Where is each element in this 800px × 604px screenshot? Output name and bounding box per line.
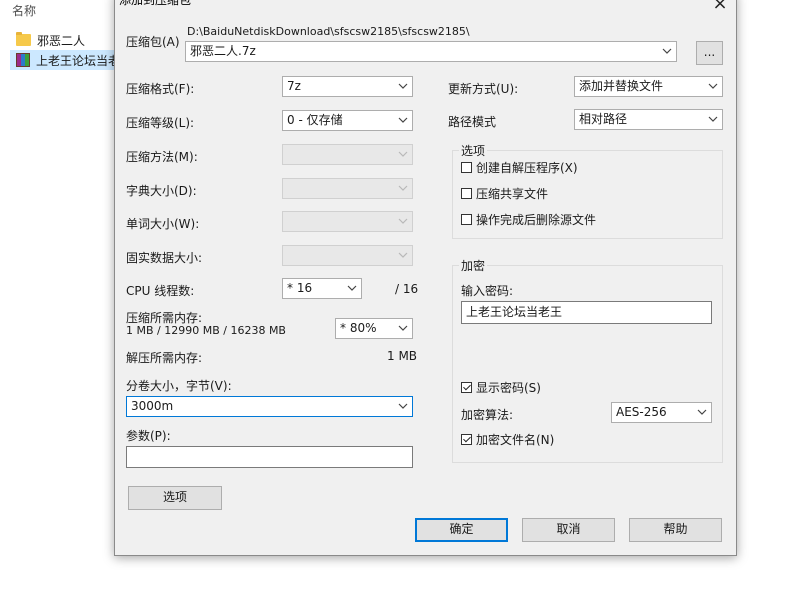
chevron-down-icon[interactable] [346, 282, 358, 294]
explorer-name-column-header[interactable]: 名称 [12, 2, 36, 19]
chevron-down-icon[interactable] [397, 80, 409, 92]
explorer-item-archive[interactable]: 上老王论坛当老 [10, 50, 120, 70]
password-label: 输入密码: [461, 284, 514, 298]
close-button[interactable]: × [707, 0, 733, 17]
checkbox-box [461, 188, 472, 199]
delete-after-compress-label: 操作完成后删除源文件 [476, 213, 597, 227]
compress-memory-detail: 1 MB / 12990 MB / 16238 MB [126, 324, 286, 337]
folder-icon [16, 32, 31, 46]
parameters-input[interactable] [126, 446, 413, 468]
format-label: 压缩格式(F): [126, 82, 195, 96]
delete-after-compress-checkbox[interactable]: 操作完成后删除源文件 [461, 211, 596, 228]
chevron-down-icon[interactable] [397, 322, 409, 334]
format-select[interactable]: 7z [282, 76, 413, 97]
chevron-down-icon[interactable] [707, 80, 719, 92]
chevron-down-icon[interactable] [397, 400, 409, 412]
create-sfx-checkbox[interactable]: 创建自解压程序(X) [461, 159, 578, 176]
create-sfx-label: 创建自解压程序(X) [476, 161, 578, 175]
path-mode-label: 路径模式 [448, 115, 497, 129]
update-mode-label: 更新方式(U): [448, 82, 519, 96]
archive-name-value: 邪恶二人.7z [190, 44, 256, 58]
browse-button[interactable]: ... [696, 41, 723, 65]
encryption-method-label: 加密算法: [461, 408, 514, 422]
update-mode-value: 添加并替换文件 [579, 79, 664, 93]
compress-shared-files-checkbox[interactable]: 压缩共享文件 [461, 185, 548, 202]
options-group-title: 选项 [459, 142, 488, 159]
encryption-method-select[interactable]: AES-256 [611, 402, 712, 423]
chevron-down-icon[interactable] [397, 114, 409, 126]
method-select[interactable] [282, 144, 413, 165]
chevron-down-icon[interactable] [397, 215, 409, 227]
archive-name-combobox[interactable]: 邪恶二人.7z [185, 41, 677, 62]
help-button[interactable]: 帮助 [629, 518, 722, 542]
options-button[interactable]: 选项 [128, 486, 222, 510]
memory-usage-select[interactable]: * 80% [335, 318, 413, 339]
add-to-archive-dialog: 添加到压缩包 × 压缩包(A) D:\BaiduNetdiskDownload\… [114, 0, 737, 556]
explorer-item-label: 邪恶二人 [37, 33, 86, 48]
checkbox-box [461, 382, 472, 393]
format-value: 7z [287, 79, 301, 93]
chevron-down-icon[interactable] [707, 113, 719, 125]
cpu-threads-select[interactable]: * 16 [282, 278, 362, 299]
decompress-memory-label: 解压所需内存: [126, 351, 203, 365]
checkbox-box [461, 214, 472, 225]
volume-size-label: 分卷大小，字节(V): [126, 379, 232, 393]
encryption-group-title: 加密 [459, 257, 488, 274]
level-select[interactable]: 0 - 仅存储 [282, 110, 413, 131]
volume-size-value: 3000m [131, 399, 174, 413]
archive-path: D:\BaiduNetdiskDownload\sfscsw2185\sfscs… [187, 25, 470, 38]
checkbox-box [461, 162, 472, 173]
word-size-label: 单词大小(W): [126, 217, 200, 231]
update-mode-select[interactable]: 添加并替换文件 [574, 76, 723, 97]
path-mode-value: 相对路径 [579, 112, 628, 126]
show-password-checkbox[interactable]: 显示密码(S) [461, 379, 541, 396]
solid-block-size-label: 固实数据大小: [126, 251, 203, 265]
cpu-threads-label: CPU 线程数: [126, 284, 195, 298]
rar-archive-icon [16, 53, 30, 67]
explorer-item-label: 上老王论坛当老 [36, 53, 120, 68]
show-password-label: 显示密码(S) [476, 381, 541, 395]
word-size-select[interactable] [282, 211, 413, 232]
decompress-memory-value: 1 MB [387, 349, 418, 363]
cancel-button[interactable]: 取消 [522, 518, 615, 542]
chevron-down-icon[interactable] [397, 182, 409, 194]
encryption-group: 加密 输入密码: 上老王论坛当老王 显示密码(S) 加密算法: AES-256 … [452, 257, 723, 463]
archive-label: 压缩包(A) [126, 35, 180, 49]
cpu-threads-value: * 16 [287, 281, 313, 295]
dialog-title: 添加到压缩包 [119, 0, 192, 7]
method-label: 压缩方法(M): [126, 150, 198, 164]
encrypt-filenames-label: 加密文件名(N) [476, 433, 555, 447]
close-icon: × [712, 0, 728, 14]
chevron-down-icon[interactable] [397, 249, 409, 261]
compress-shared-files-label: 压缩共享文件 [476, 187, 549, 201]
checkbox-box [461, 434, 472, 445]
chevron-down-icon[interactable] [397, 148, 409, 160]
parameters-label: 参数(P): [126, 429, 171, 443]
volume-size-combobox[interactable]: 3000m [126, 396, 413, 417]
chevron-down-icon[interactable] [696, 406, 708, 418]
dictionary-size-label: 字典大小(D): [126, 184, 197, 198]
dictionary-size-select[interactable] [282, 178, 413, 199]
options-group: 选项 创建自解压程序(X) 压缩共享文件 操作完成后删除源文件 [452, 142, 723, 239]
level-label: 压缩等级(L): [126, 116, 195, 130]
cpu-threads-max: / 16 [395, 282, 419, 296]
explorer-item-folder[interactable]: 邪恶二人 [10, 30, 120, 50]
level-value: 0 - 仅存储 [287, 113, 343, 127]
encrypt-filenames-checkbox[interactable]: 加密文件名(N) [461, 431, 554, 448]
ok-button[interactable]: 确定 [415, 518, 508, 542]
password-input[interactable]: 上老王论坛当老王 [461, 301, 712, 324]
memory-usage-value: * 80% [340, 321, 377, 335]
path-mode-select[interactable]: 相对路径 [574, 109, 723, 130]
solid-block-size-select[interactable] [282, 245, 413, 266]
encryption-method-value: AES-256 [616, 405, 667, 419]
chevron-down-icon[interactable] [661, 45, 673, 57]
